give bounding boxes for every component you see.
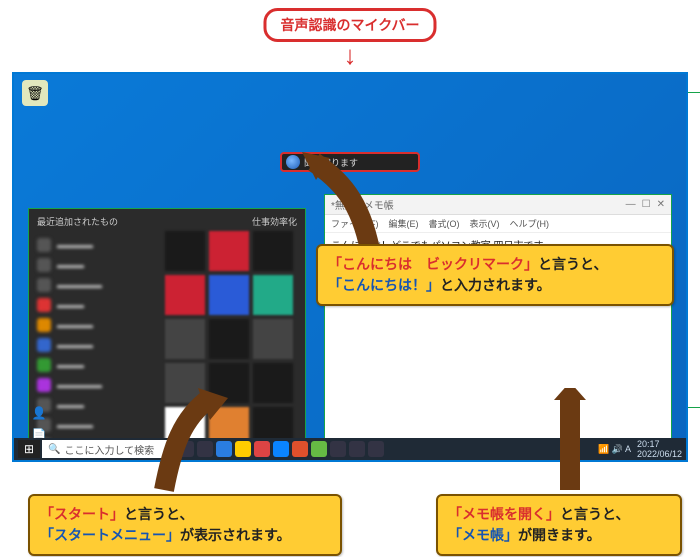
taskbar-tray[interactable]: 📶 🔊 A 20:172022/06/12	[598, 439, 682, 459]
recycle-bin-icon[interactable]: 🗑	[22, 80, 48, 106]
notepad-window[interactable]: *無題 - メモ帳 — ☐ ✕ ファイル(F) 編集(E) 書式(O) 表示(V…	[324, 194, 672, 462]
callout-memo-say: 「メモ帳を開く」と言うと、 「メモ帳」が開きます。	[436, 494, 682, 556]
menu-edit[interactable]: 編集(E)	[389, 217, 419, 230]
callout-notepad-say: 「こんにちは ビックリマーク」と言うと、 「こんにちは！」と入力されます。	[316, 244, 674, 306]
start-button[interactable]: ⊞	[18, 440, 40, 458]
notepad-title-text: *無題 - メモ帳	[331, 197, 394, 212]
maximize-icon[interactable]: ☐	[642, 199, 651, 210]
title-callout: 音声認識のマイクバー	[263, 8, 436, 42]
menu-help[interactable]: ヘルプ(H)	[510, 217, 550, 230]
tray-icons[interactable]: 📶 🔊 A	[598, 444, 631, 455]
sm-prod-header: 仕事効率化	[252, 215, 297, 228]
notepad-menubar[interactable]: ファイル(F) 編集(E) 書式(O) 表示(V) ヘルプ(H)	[325, 215, 671, 233]
start-menu[interactable]: 最近追加されたもの 仕事効率化 ▬▬▬▬ ▬▬▬ ▬▬▬▬▬ ▬▬▬ ▬▬▬▬ …	[28, 208, 306, 462]
search-icon: 🔍	[48, 444, 60, 455]
sm-recent-header: 最近追加されたもの	[37, 215, 118, 228]
taskbar[interactable]: ⊞ 🔍 ここに入力して検索 📶 🔊 A 20:172022/06/12	[14, 438, 686, 460]
mic-icon	[286, 155, 300, 169]
search-placeholder: ここに入力して検索	[64, 442, 154, 457]
tray-clock[interactable]: 20:172022/06/12	[637, 439, 682, 459]
notepad-titlebar[interactable]: *無題 - メモ帳 — ☐ ✕	[325, 195, 671, 215]
mic-status: 聞き取ります	[304, 156, 358, 169]
menu-file[interactable]: ファイル(F)	[331, 217, 379, 230]
speech-mic-bar[interactable]: 聞き取ります	[280, 152, 420, 172]
taskbar-pinned[interactable]	[178, 441, 384, 457]
user-icon[interactable]: 👤	[32, 406, 47, 420]
menu-view[interactable]: 表示(V)	[470, 217, 500, 230]
menu-format[interactable]: 書式(O)	[429, 217, 460, 230]
sm-tiles[interactable]	[165, 231, 301, 462]
minimize-icon[interactable]: —	[626, 199, 636, 210]
callout-start-say: 「スタート」と言うと、 「スタートメニュー」が表示されます。	[28, 494, 342, 556]
taskbar-search[interactable]: 🔍 ここに入力して検索	[42, 440, 172, 458]
close-icon[interactable]: ✕	[657, 199, 665, 210]
arrow-down-icon: ↓	[344, 42, 357, 68]
